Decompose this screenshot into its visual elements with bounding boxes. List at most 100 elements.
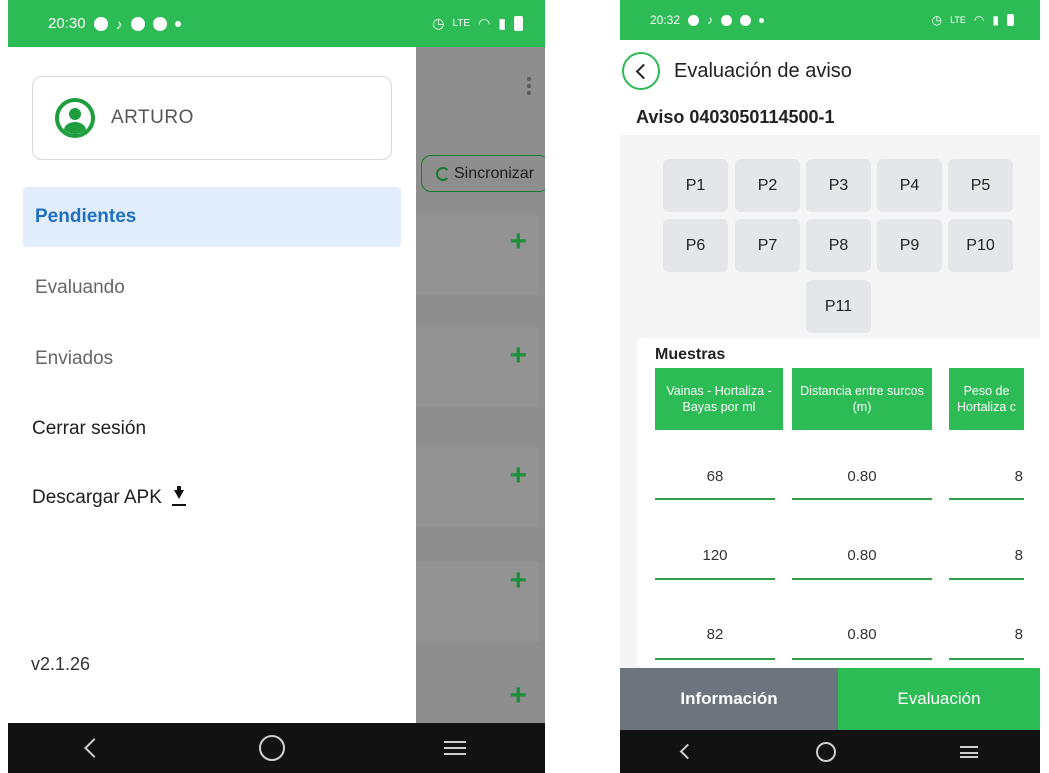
point-button-p5[interactable]: P5 xyxy=(948,159,1013,212)
point-label: P11 xyxy=(824,297,853,315)
input-underline xyxy=(949,658,1024,660)
column-header: Vainas - Hortaliza -Bayas por ml xyxy=(655,368,783,430)
plus-icon: + xyxy=(509,679,527,712)
status-time: 20:32 xyxy=(650,13,681,27)
point-button-p10[interactable]: P10 xyxy=(948,219,1013,272)
point-label: P6 xyxy=(685,236,706,254)
column-header: Peso de Hortaliza c xyxy=(949,368,1024,430)
point-button-p7[interactable]: P7 xyxy=(735,219,800,272)
app-icon xyxy=(152,16,167,31)
column-header: Distancia entre surcos (m) xyxy=(792,368,932,430)
sample-input[interactable]: 120 xyxy=(655,547,775,564)
bottom-tab-bar: Información Evaluación xyxy=(620,668,1040,730)
volte-icon: LTE xyxy=(950,15,966,25)
point-label: P1 xyxy=(685,176,706,194)
app-icon xyxy=(740,14,752,26)
volte-icon: LTE xyxy=(452,18,471,29)
alarm-icon: ◷ xyxy=(432,15,445,31)
menu-item-label: Evaluando xyxy=(35,277,125,298)
sync-button[interactable]: Sincronizar xyxy=(421,155,545,192)
nav-recents-icon[interactable] xyxy=(960,745,979,758)
point-button-p2[interactable]: P2 xyxy=(735,159,800,212)
dimmed-background-screen[interactable]: Sincronizar + + + + + xyxy=(416,47,545,723)
point-button-p6[interactable]: P6 xyxy=(663,219,728,272)
wifi-icon: ◠ xyxy=(973,13,985,27)
menu-item-enviados[interactable]: Enviados xyxy=(23,329,401,389)
tiktok-icon: ♪ xyxy=(115,15,123,32)
notification-dot-icon xyxy=(174,20,181,27)
column-header-label: Vainas - Hortaliza -Bayas por ml xyxy=(666,384,772,414)
menu-item-label: Enviados xyxy=(35,348,114,369)
point-button-p1[interactable]: P1 xyxy=(663,159,728,212)
status-bar: 20:32 ♪ ◷ LTE ◠ ▮ xyxy=(620,0,1040,40)
sample-input[interactable]: 8 xyxy=(949,468,1023,485)
point-label: P4 xyxy=(899,176,920,194)
nav-recents-icon[interactable] xyxy=(443,741,466,755)
messenger-icon xyxy=(93,16,108,31)
point-label: P9 xyxy=(899,236,920,254)
tab-informacion[interactable]: Información xyxy=(620,668,838,730)
sample-input[interactable]: 0.80 xyxy=(792,468,932,485)
tab-label: Información xyxy=(680,689,778,708)
input-underline xyxy=(655,498,775,500)
menu-item-cerrar-sesion[interactable]: Cerrar sesión xyxy=(22,399,400,459)
tab-evaluacion[interactable]: Evaluación xyxy=(838,668,1040,730)
menu-item-label: Cerrar sesión xyxy=(32,418,147,439)
sample-input[interactable]: 0.80 xyxy=(792,547,932,564)
phone-screen-evaluacion: 20:32 ♪ ◷ LTE ◠ ▮ Evaluación de aviso Av… xyxy=(620,0,1040,773)
menu-item-pendientes[interactable]: Pendientes xyxy=(23,187,401,247)
nav-back-icon[interactable] xyxy=(84,738,105,758)
wifi-icon: ◠ xyxy=(478,15,491,31)
menu-item-label: Descargar APK xyxy=(32,487,162,508)
navigation-drawer: ARTURO Pendientes Evaluando Enviados Cer… xyxy=(8,47,416,723)
messenger-icon xyxy=(688,14,700,26)
signal-icon: ▮ xyxy=(498,15,506,31)
back-button[interactable] xyxy=(622,52,660,90)
sample-input[interactable]: 0.80 xyxy=(792,626,932,643)
notification-dot-icon xyxy=(759,17,765,23)
input-underline xyxy=(655,578,775,580)
nav-home-icon[interactable] xyxy=(816,741,837,762)
point-label: P8 xyxy=(828,236,849,254)
input-underline xyxy=(792,578,932,580)
input-underline xyxy=(792,498,932,500)
system-nav-bar xyxy=(8,723,545,773)
plus-icon: + xyxy=(509,564,527,597)
point-label: P7 xyxy=(757,236,778,254)
menu-item-evaluando[interactable]: Evaluando xyxy=(23,258,401,318)
column-header-label: Distancia entre surcos (m) xyxy=(800,384,924,414)
plus-icon: + xyxy=(509,459,527,492)
point-button-p8[interactable]: P8 xyxy=(806,219,871,272)
point-button-p3[interactable]: P3 xyxy=(806,159,871,212)
point-label: P5 xyxy=(970,176,991,194)
sample-input[interactable]: 68 xyxy=(655,468,775,485)
tab-label: Evaluación xyxy=(897,689,981,708)
status-time: 20:30 xyxy=(48,15,86,32)
point-button-p11[interactable]: P11 xyxy=(806,280,871,333)
more-options-icon xyxy=(527,77,531,95)
point-label: P2 xyxy=(757,176,778,194)
sample-input[interactable]: 82 xyxy=(655,626,775,643)
input-underline xyxy=(792,658,932,660)
battery-icon xyxy=(1007,14,1014,26)
app-icon xyxy=(721,14,733,26)
sample-input[interactable]: 8 xyxy=(949,547,1023,564)
menu-item-label: Pendientes xyxy=(35,206,137,227)
muestras-title: Muestras xyxy=(655,346,726,363)
system-nav-bar xyxy=(620,730,1040,773)
user-name: ARTURO xyxy=(111,107,194,128)
sync-label: Sincronizar xyxy=(453,164,535,182)
sample-input[interactable]: 8 xyxy=(949,626,1023,643)
plus-icon: + xyxy=(509,225,527,258)
muestras-card: Muestras Vainas - Hortaliza -Bayas por m… xyxy=(637,338,1040,668)
phone-screen-drawer: 20:30 ♪ ◷ LTE ◠ ▮ Sincronizar + + + + + xyxy=(8,0,545,773)
signal-icon: ▮ xyxy=(992,13,999,27)
point-button-p9[interactable]: P9 xyxy=(877,219,942,272)
nav-back-icon[interactable] xyxy=(679,743,696,760)
point-label: P10 xyxy=(966,236,995,254)
nav-home-icon[interactable] xyxy=(259,735,286,761)
point-button-p4[interactable]: P4 xyxy=(877,159,942,212)
aviso-id: Aviso 0403050114500-1 xyxy=(636,107,835,127)
battery-icon xyxy=(514,16,523,31)
menu-item-descargar-apk[interactable]: Descargar APK xyxy=(22,468,400,528)
